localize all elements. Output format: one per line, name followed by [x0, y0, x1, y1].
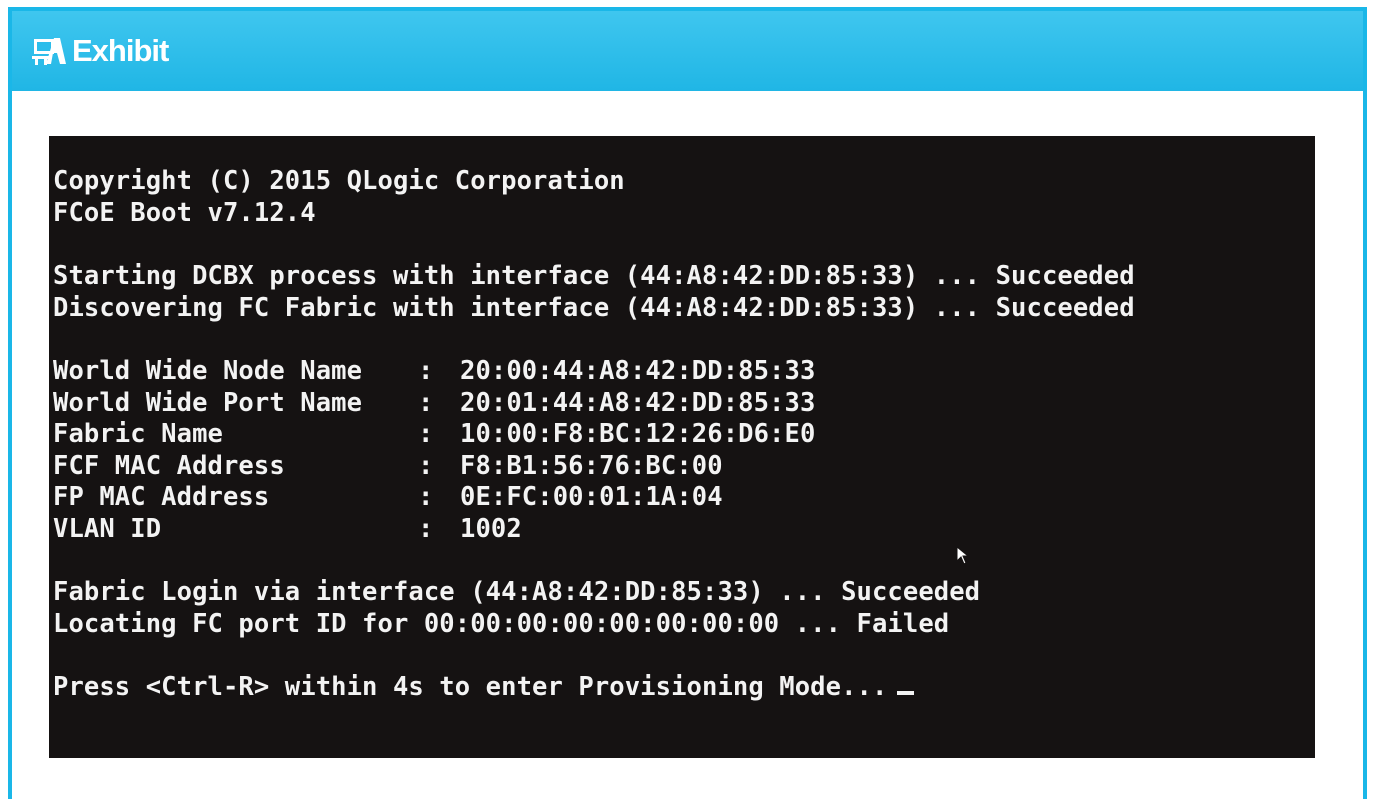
field-row-fabric-name: Fabric Name:10:00:F8:BC:12:26:D6:E0	[53, 419, 1315, 451]
field-row-fcf-mac: FCF MAC Address: F8:B1:56:76:BC:00	[53, 451, 1315, 483]
field-label: World Wide Node Name	[53, 356, 363, 386]
field-separator: :	[418, 356, 434, 386]
provisioning-prompt: Press <Ctrl-R> within 4s to enter Provis…	[53, 672, 888, 702]
exhibit-logo-icon	[32, 38, 66, 65]
exhibit-title-bar: Exhibit	[12, 11, 1363, 91]
field-separator: :	[418, 482, 434, 512]
field-label: VLAN ID	[53, 513, 162, 544]
boot-console: Copyright (C) 2015 QLogic Corporation FC…	[49, 136, 1315, 758]
fabric-discovery-line: Discovering FC Fabric with interface (44…	[53, 292, 1135, 323]
window-title: Exhibit	[72, 33, 169, 68]
field-label: Fabric Name	[53, 419, 223, 449]
dcbx-status-line: Starting DCBX process with interface (44…	[53, 261, 1135, 291]
field-value: 20:01:44:A8:42:DD:85:33	[460, 387, 816, 418]
exhibit-window: Exhibit Copyright (C) 2015 QLogic Corpor…	[8, 7, 1367, 799]
field-row-fp-mac: FP MAC Address:0E:FC:00:01:1A:04	[53, 482, 1315, 514]
text-cursor	[897, 691, 915, 695]
field-separator: :	[418, 450, 434, 481]
field-label: World Wide Port Name	[53, 387, 363, 418]
field-row-wwnn: World Wide Node Name:20:00:44:A8:42:DD:8…	[53, 356, 1315, 388]
mouse-pointer-icon	[956, 546, 970, 565]
field-label: FP MAC Address	[53, 482, 270, 512]
field-value: F8:B1:56:76:BC:00	[460, 450, 723, 481]
field-row-vlan-id: VLAN ID:1002	[53, 514, 1315, 546]
field-value: 20:00:44:A8:42:DD:85:33	[460, 356, 816, 386]
field-row-wwpn: World Wide Port Name:20:01:44:A8:42:DD:8…	[53, 388, 1315, 420]
field-value: 10:00:F8:BC:12:26:D6:E0	[460, 419, 816, 449]
fabric-login-line: Fabric Login via interface (44:A8:42:DD:…	[53, 577, 981, 607]
provisioning-prompt-row: Press <Ctrl-R> within 4s to enter Provis…	[53, 672, 1315, 704]
field-value: 0E:FC:00:01:1A:04	[460, 482, 723, 512]
version-line: FCoE Boot v7.12.4	[53, 197, 316, 228]
field-separator: :	[418, 419, 434, 449]
field-separator: :	[418, 387, 434, 418]
field-value: 1002	[460, 513, 522, 544]
fc-port-locate-line: Locating FC port ID for 00:00:00:00:00:0…	[53, 608, 950, 639]
field-label: FCF MAC Address	[53, 450, 285, 481]
field-separator: :	[418, 513, 434, 544]
copyright-line: Copyright (C) 2015 QLogic Corporation	[53, 166, 625, 196]
